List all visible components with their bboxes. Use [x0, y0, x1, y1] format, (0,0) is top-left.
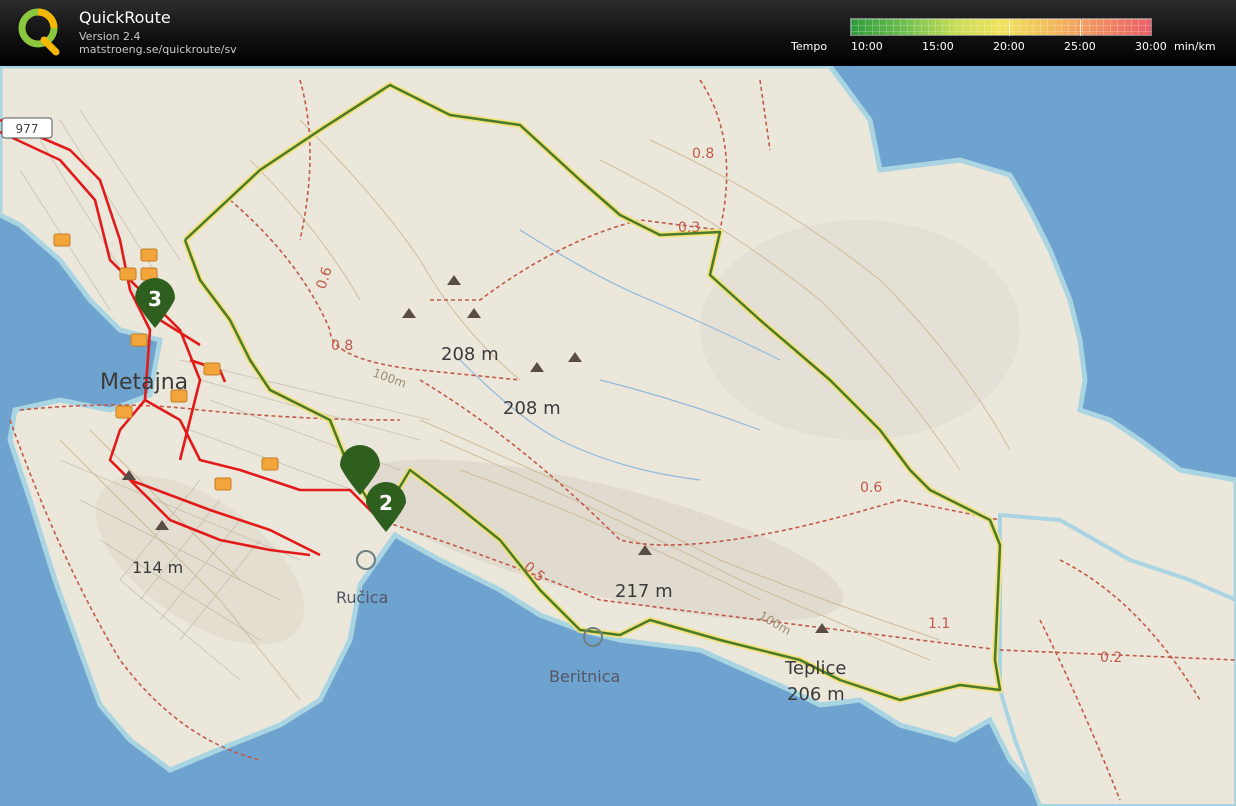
town-label: Metajna	[100, 370, 189, 395]
tempo-tick-label: 10:00	[851, 40, 883, 53]
bay-label: Beritnica	[549, 667, 621, 686]
svg-text:0.8: 0.8	[331, 338, 353, 354]
svg-text:3: 3	[148, 287, 162, 311]
app-name: QuickRoute	[79, 8, 171, 27]
app-header: QuickRoute Version 2.4 matstroeng.se/qui…	[0, 0, 1236, 66]
svg-text:0.3: 0.3	[678, 220, 700, 236]
tempo-tick-mark	[1009, 20, 1010, 36]
bay-label: Ručica	[336, 588, 389, 607]
tempo-tick-label: 20:00	[993, 40, 1025, 53]
tempo-label: Tempo	[791, 40, 828, 53]
tempo-unit: min/km	[1174, 40, 1216, 53]
tempo-tick-mark	[1080, 20, 1081, 36]
elevation-label: 206 m	[787, 684, 845, 705]
svg-text:0.6: 0.6	[860, 480, 882, 496]
elevation-label: 208 m	[503, 398, 561, 419]
elevation-label: 114 m	[132, 558, 184, 577]
svg-text:0.2: 0.2	[1100, 650, 1122, 666]
elevation-label: 217 m	[615, 581, 673, 602]
app-version: Version 2.4	[79, 30, 141, 43]
map-canvas[interactable]: 977 3 2 0.8 0.3 0.6 0.8 0.5 0.6 1.1 0.2 …	[0, 66, 1236, 806]
tempo-color-scale	[850, 18, 1152, 36]
road-number-text: 977	[16, 122, 39, 136]
map-view[interactable]: 977 3 2 0.8 0.3 0.6 0.8 0.5 0.6 1.1 0.2 …	[0, 66, 1236, 806]
svg-text:0.8: 0.8	[692, 146, 714, 162]
app-url[interactable]: matstroeng.se/quickroute/sv	[79, 43, 237, 56]
cove-label: Teplice	[785, 658, 847, 679]
svg-text:1.1: 1.1	[928, 616, 950, 632]
elevation-label: 208 m	[441, 344, 499, 365]
tempo-tick-label: 15:00	[922, 40, 954, 53]
tempo-tick-label: 30:00	[1135, 40, 1167, 53]
svg-text:2: 2	[379, 491, 393, 515]
tempo-tick-label: 25:00	[1064, 40, 1096, 53]
quickroute-logo-icon	[18, 8, 60, 56]
